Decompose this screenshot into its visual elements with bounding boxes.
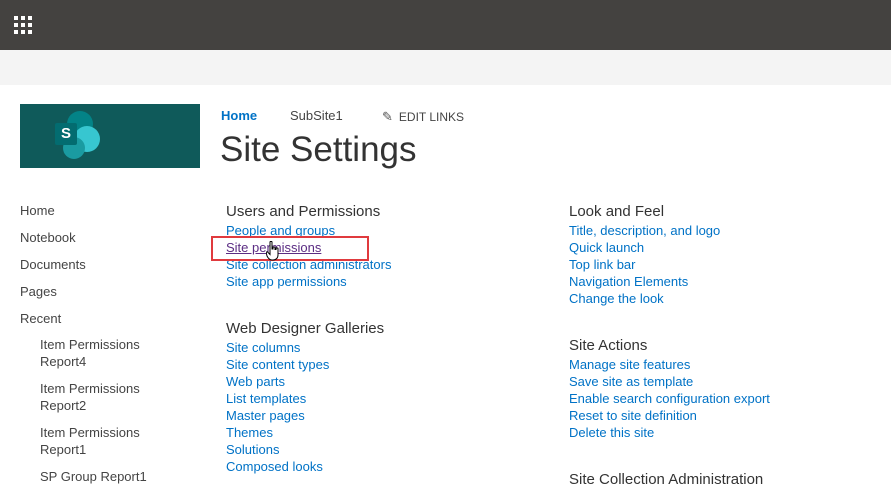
recent-item-line: Report4 [40,354,87,369]
recent-item[interactable]: Item Permissions Report4 [40,336,190,370]
quicklaunch-notebook[interactable]: Notebook [20,230,76,245]
waffle-icon[interactable] [14,16,32,34]
quicklaunch-recent: Recent [20,311,62,326]
link-site-app-permissions[interactable]: Site app permissions [226,273,391,290]
section-site-collection-administration: Site Collection Administration [569,469,763,490]
recent-item-line: Item Permissions [40,425,140,440]
recent-item[interactable]: Item Permissions Report1 [40,424,190,458]
recent-item[interactable]: Item Permissions Report2 [40,380,190,414]
ribbon-bar [0,50,891,85]
link-top-link-bar[interactable]: Top link bar [569,256,720,273]
link-enable-search-config-export[interactable]: Enable search configuration export [569,390,770,407]
link-navigation-elements[interactable]: Navigation Elements [569,273,720,290]
page-title: Site Settings [220,130,417,169]
sharepoint-logo-letter: S [55,123,77,145]
quicklaunch-pages[interactable]: Pages [20,284,57,299]
recent-item-line: Report2 [40,398,87,413]
link-site-content-types[interactable]: Site content types [226,356,384,373]
section-web-designer-galleries: Web Designer Galleries Site columns Site… [226,318,384,475]
section-title: Site Collection Administration [569,471,764,488]
section-title: Users and Permissions [226,203,381,220]
recent-item-line: SP Group Report1 [40,469,147,484]
edit-links-button[interactable]: ✎ EDIT LINKS [382,109,464,125]
link-save-site-as-template[interactable]: Save site as template [569,373,770,390]
quicklaunch-documents[interactable]: Documents [20,257,86,272]
site-logo[interactable]: S [20,104,200,168]
edit-links-label: EDIT LINKS [398,110,465,124]
link-manage-site-features[interactable]: Manage site features [569,356,770,373]
quicklaunch-home[interactable]: Home [20,203,55,218]
highlight-box [211,236,369,261]
section-title: Look and Feel [569,203,665,220]
recent-item[interactable]: SP Group Report1 [40,468,190,485]
topnav-home-link[interactable]: Home [221,108,257,123]
topnav-subsite-link[interactable]: SubSite1 [290,108,343,123]
section-site-actions: Site Actions Manage site features Save s… [569,335,770,441]
section-title: Web Designer Galleries [226,320,385,337]
suite-bar [0,0,891,50]
link-site-columns[interactable]: Site columns [226,339,384,356]
section-title: Site Actions [569,337,648,354]
section-look-and-feel: Look and Feel Title, description, and lo… [569,201,720,307]
recent-item-line: Item Permissions [40,381,140,396]
link-reset-to-site-definition[interactable]: Reset to site definition [569,407,770,424]
link-master-pages[interactable]: Master pages [226,407,384,424]
link-title-description-logo[interactable]: Title, description, and logo [569,222,720,239]
link-solutions[interactable]: Solutions [226,441,384,458]
link-delete-this-site[interactable]: Delete this site [569,424,770,441]
link-quick-launch[interactable]: Quick launch [569,239,720,256]
pencil-icon: ✎ [382,109,393,124]
recent-item-line: Item Permissions [40,337,140,352]
link-composed-looks[interactable]: Composed looks [226,458,384,475]
recent-item-line: Report1 [40,442,87,457]
link-list-templates[interactable]: List templates [226,390,384,407]
hand-pointer-icon [266,241,279,261]
link-themes[interactable]: Themes [226,424,384,441]
link-change-the-look[interactable]: Change the look [569,290,720,307]
link-web-parts[interactable]: Web parts [226,373,384,390]
